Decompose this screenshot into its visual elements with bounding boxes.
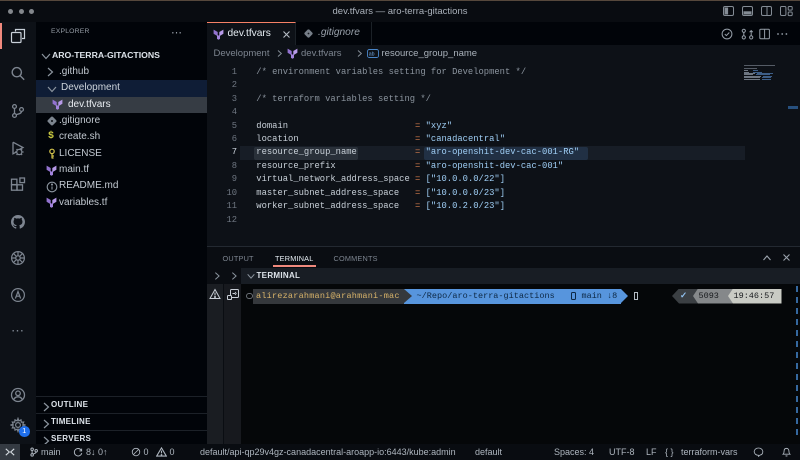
svg-text:ab: ab	[369, 51, 375, 57]
